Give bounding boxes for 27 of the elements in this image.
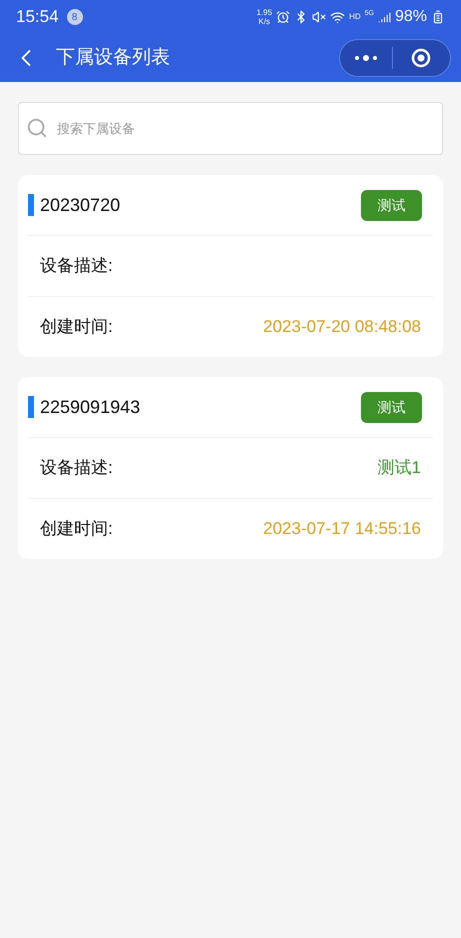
- notification-badge: 8: [66, 9, 83, 25]
- search-field[interactable]: 搜索下属设备: [18, 102, 443, 155]
- device-name: 2259091943: [40, 396, 140, 418]
- battery-icon: [431, 10, 445, 24]
- status-time: 15:54: [16, 6, 59, 28]
- signal-icon: [378, 10, 391, 24]
- field-value: 2023-07-20 08:48:08: [263, 316, 421, 338]
- field-label: 创建时间:: [40, 316, 113, 338]
- mute-icon: [312, 10, 326, 24]
- page-title: 下属设备列表: [56, 46, 170, 70]
- field-label: 设备描述:: [40, 457, 113, 480]
- more-icon[interactable]: [354, 54, 378, 62]
- field-value: 测试1: [378, 457, 421, 480]
- tag-button[interactable]: 测试: [361, 190, 422, 220]
- accent-bar: [28, 194, 34, 216]
- battery-percent: 98%: [394, 7, 427, 27]
- wifi-icon: [330, 10, 346, 24]
- field-value: 2023-07-17 14:55:16: [263, 518, 421, 540]
- accent-bar: [28, 396, 34, 418]
- alarm-icon: [276, 10, 290, 24]
- field-label: 设备描述:: [40, 255, 113, 278]
- search-icon: [26, 117, 48, 139]
- field-label: 创建时间:: [40, 518, 113, 540]
- tag-button[interactable]: 测试: [361, 392, 422, 422]
- network-speed: 1.95 K/s: [256, 8, 272, 26]
- hd-label: HD: [349, 11, 361, 23]
- device-name: 20230720: [40, 194, 120, 216]
